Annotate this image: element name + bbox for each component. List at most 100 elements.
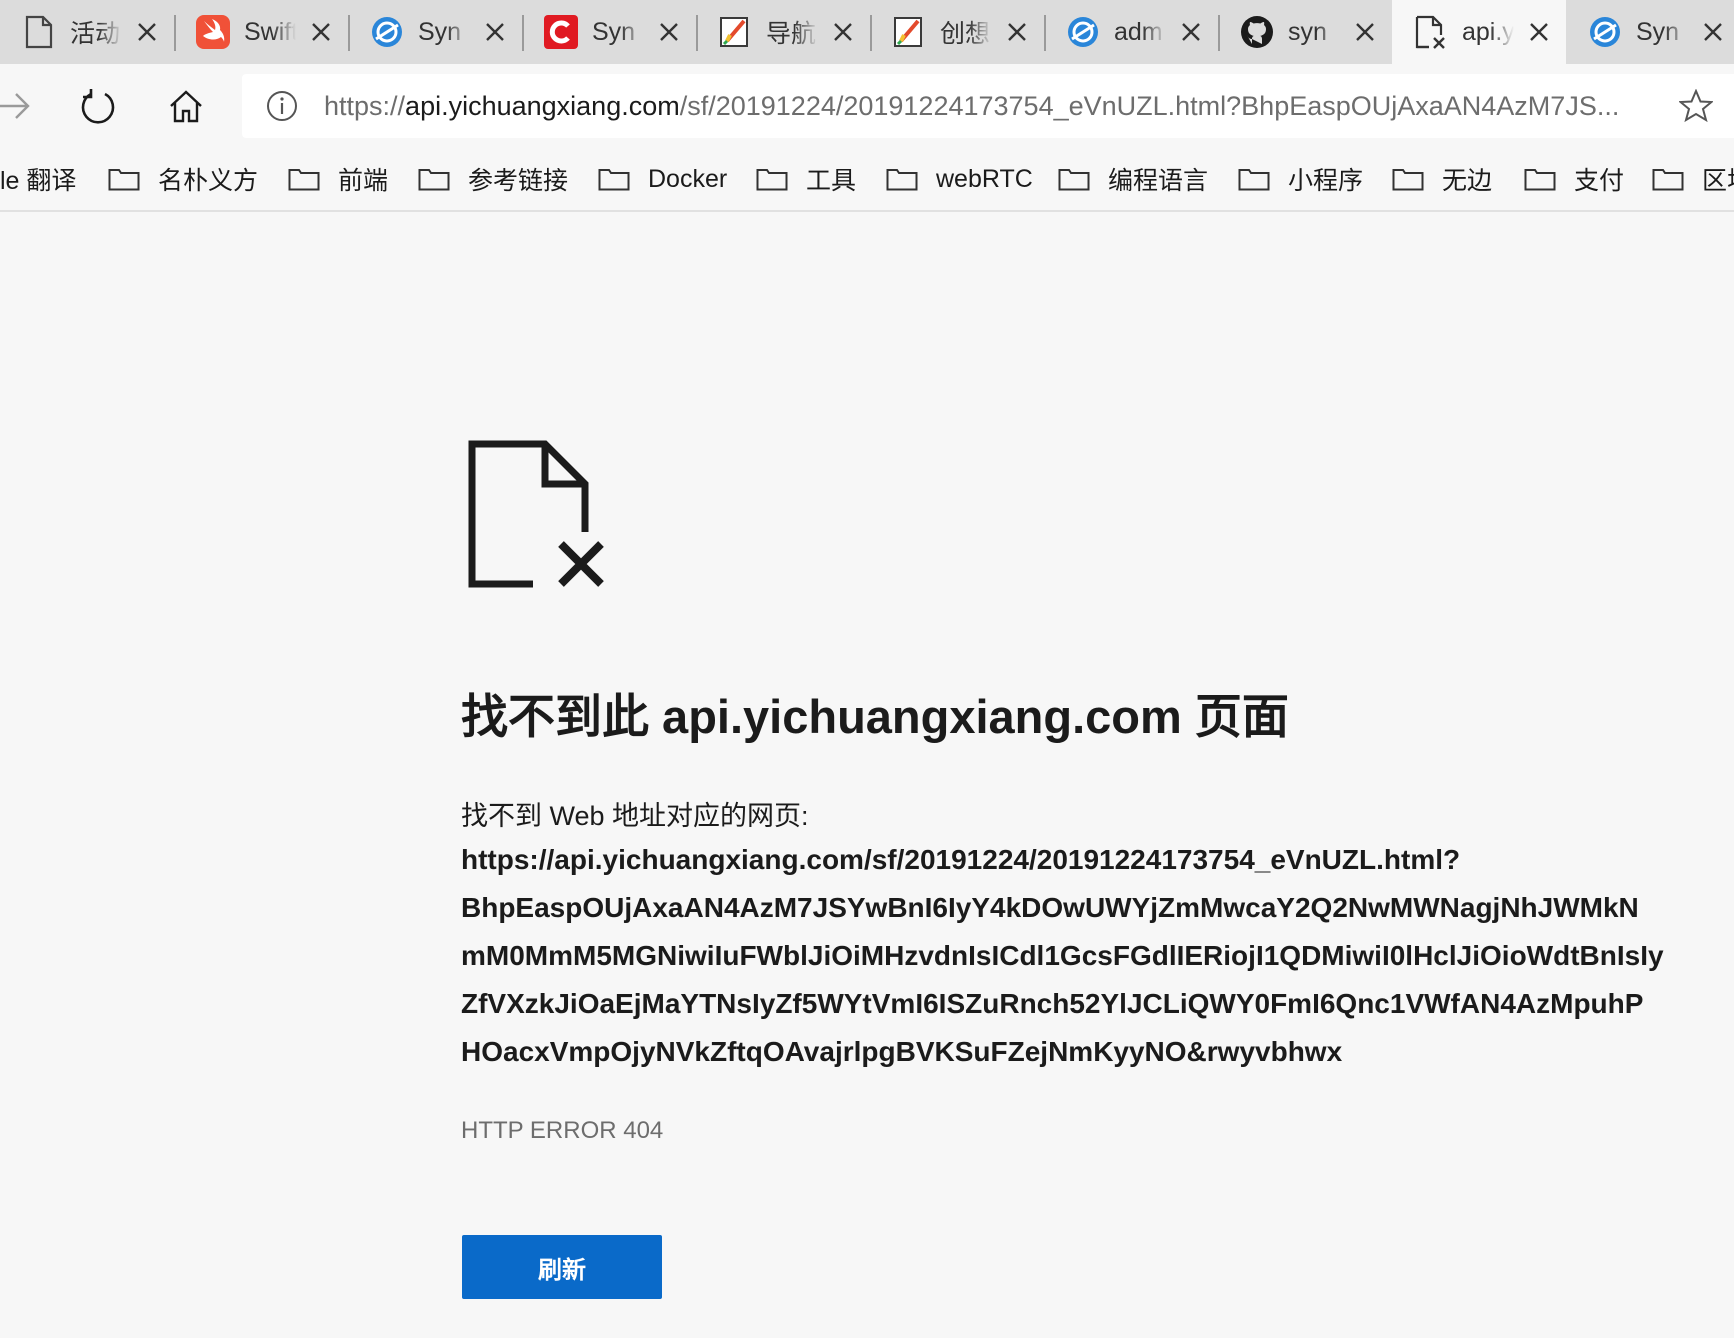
notepad-pencil-icon [718, 15, 752, 49]
error-page-icon [1414, 15, 1448, 49]
favorite-folder[interactable]: 工具 [756, 148, 856, 210]
tab-active[interactable]: api.y [1392, 0, 1566, 64]
tab-title: Syn [1636, 17, 1680, 46]
folder-icon [1238, 169, 1270, 191]
address-bar[interactable]: https://api.yichuangxiang.com/sf/2019122… [242, 74, 1734, 138]
tab[interactable]: 导航 [696, 0, 870, 64]
broken-page-icon [468, 440, 604, 588]
tab-title: api.y [1462, 17, 1514, 46]
close-icon[interactable] [308, 19, 334, 45]
error-url-line: https://api.yichuangxiang.com/sf/2019122… [461, 844, 1461, 875]
favorite-folder[interactable]: 前端 [288, 148, 388, 210]
refresh-page-button[interactable]: 刷新 [462, 1235, 662, 1299]
close-icon[interactable] [656, 19, 682, 45]
blank-page-icon [22, 15, 56, 49]
error-intro: 找不到 Web 地址对应的网页: [461, 801, 809, 831]
swift-logo-icon [196, 15, 230, 49]
folder-icon [886, 169, 918, 191]
tab-title: 创想 [940, 20, 991, 48]
error-url-line: mM0MmM5MGNiwiIuFWblJiOiMHzvdnIsICdl1GcsF… [461, 940, 1664, 971]
folder-icon [598, 169, 630, 191]
favorite-label: 前端 [338, 167, 389, 195]
close-icon[interactable] [1004, 19, 1030, 45]
error-url-line: ZfVXzkJiOaEjMaYTNsIyZf5WYtVmI6ISZuRnch52… [461, 988, 1644, 1019]
folder-icon [1652, 169, 1684, 191]
favorite-label: 无边 [1442, 167, 1493, 195]
favorite-label: le 翻译 [0, 167, 77, 195]
favorite-label: 区块 [1702, 167, 1734, 195]
browser-globe-icon [1066, 15, 1100, 49]
error-title: 找不到此 api.yichuangxiang.com 页面 [461, 690, 1289, 743]
arrow-right-icon [0, 93, 30, 119]
close-icon[interactable] [1178, 19, 1204, 45]
notepad-pencil-icon [892, 15, 926, 49]
home-button[interactable] [162, 82, 210, 130]
tab[interactable]: Syn [1566, 0, 1734, 64]
favorite-label: 参考链接 [468, 167, 569, 195]
favorite-label: 工具 [806, 167, 857, 195]
favorite-label: 支付 [1574, 167, 1625, 195]
favorite-folder[interactable]: 小程序 [1238, 148, 1363, 210]
error-code: HTTP ERROR 404 [461, 1117, 664, 1144]
tab[interactable]: Swift [174, 0, 348, 64]
tab-title: 导航 [766, 20, 817, 48]
folder-icon [418, 169, 450, 191]
favorite-folder[interactable]: 编程语言 [1058, 148, 1208, 210]
tab[interactable]: Syn [348, 0, 522, 64]
home-icon [170, 90, 202, 123]
close-icon[interactable] [1526, 19, 1552, 45]
refresh-icon [81, 89, 115, 124]
folder-icon [1392, 169, 1424, 191]
github-icon [1240, 15, 1274, 49]
error-url-line: HOacxVmpOjyNVkZftqOAvajrlpgBVKSuFZejNmKy… [461, 1036, 1343, 1067]
error-url: https://api.yichuangxiang.com/sf/2019122… [461, 836, 1664, 1076]
tab[interactable]: 创想 [870, 0, 1044, 64]
tab[interactable]: adm [1044, 0, 1218, 64]
refresh-button[interactable] [74, 82, 122, 130]
url-host: api.yichuangxiang.com [405, 90, 680, 121]
favorite-folder[interactable]: Docker [598, 148, 727, 210]
browser-globe-icon [370, 15, 404, 49]
tab-title: Syn [418, 17, 462, 46]
red-c-logo-icon [544, 15, 578, 49]
tab-strip: 活动 Swift Syn Syn 导航 创想 adm syn api.y Syn [0, 0, 1734, 64]
favorite-item[interactable]: le 翻译 [0, 148, 76, 210]
url-path: /sf/20191224/20191224173754_eVnUZL.html?… [679, 90, 1620, 121]
close-icon[interactable] [830, 19, 856, 45]
folder-icon [756, 169, 788, 191]
favorite-folder[interactable]: 无边 [1392, 148, 1492, 210]
favorite-star-icon[interactable] [1678, 88, 1714, 124]
close-icon[interactable] [1352, 19, 1378, 45]
error-url-line: BhpEaspOUjAxaAN4AzM7JSYwBnI6IyY4kDOwUWYj… [461, 892, 1639, 923]
favorite-label: webRTC [936, 164, 1033, 193]
favorite-folder[interactable]: 区块 [1652, 148, 1734, 210]
tab-title: adm [1114, 17, 1163, 46]
close-icon[interactable] [482, 19, 508, 45]
tab-title: Syn [592, 17, 636, 46]
favorites-bar: le 翻译 名朴义方 前端 参考链接 Docker 工具 webRTC 编程语言… [0, 148, 1734, 212]
info-icon[interactable] [266, 90, 298, 122]
folder-icon [1524, 169, 1556, 191]
tab[interactable]: 活动 [0, 0, 174, 64]
favorite-label: 名朴义方 [158, 167, 259, 195]
address-url[interactable]: https://api.yichuangxiang.com/sf/2019122… [324, 91, 1664, 122]
favorite-folder[interactable]: 名朴义方 [108, 148, 258, 210]
favorite-label: 小程序 [1288, 167, 1364, 195]
tab-title: 活动 [70, 20, 121, 48]
url-scheme: https:// [324, 90, 406, 121]
folder-icon [1058, 169, 1090, 191]
folder-icon [108, 169, 140, 191]
close-icon[interactable] [134, 19, 160, 45]
forward-button[interactable] [0, 82, 38, 130]
favorite-folder[interactable]: webRTC [886, 148, 1033, 210]
close-icon[interactable] [1700, 19, 1726, 45]
favorite-folder[interactable]: 参考链接 [418, 148, 568, 210]
favorite-label: Docker [648, 164, 728, 193]
tab-title: Swift [244, 17, 296, 46]
tab[interactable]: Syn [522, 0, 696, 64]
navigation-toolbar: https://api.yichuangxiang.com/sf/2019122… [0, 64, 1734, 148]
tab-title: syn [1288, 17, 1327, 46]
tab[interactable]: syn [1218, 0, 1392, 64]
browser-globe-icon [1588, 15, 1622, 49]
favorite-folder[interactable]: 支付 [1524, 148, 1624, 210]
